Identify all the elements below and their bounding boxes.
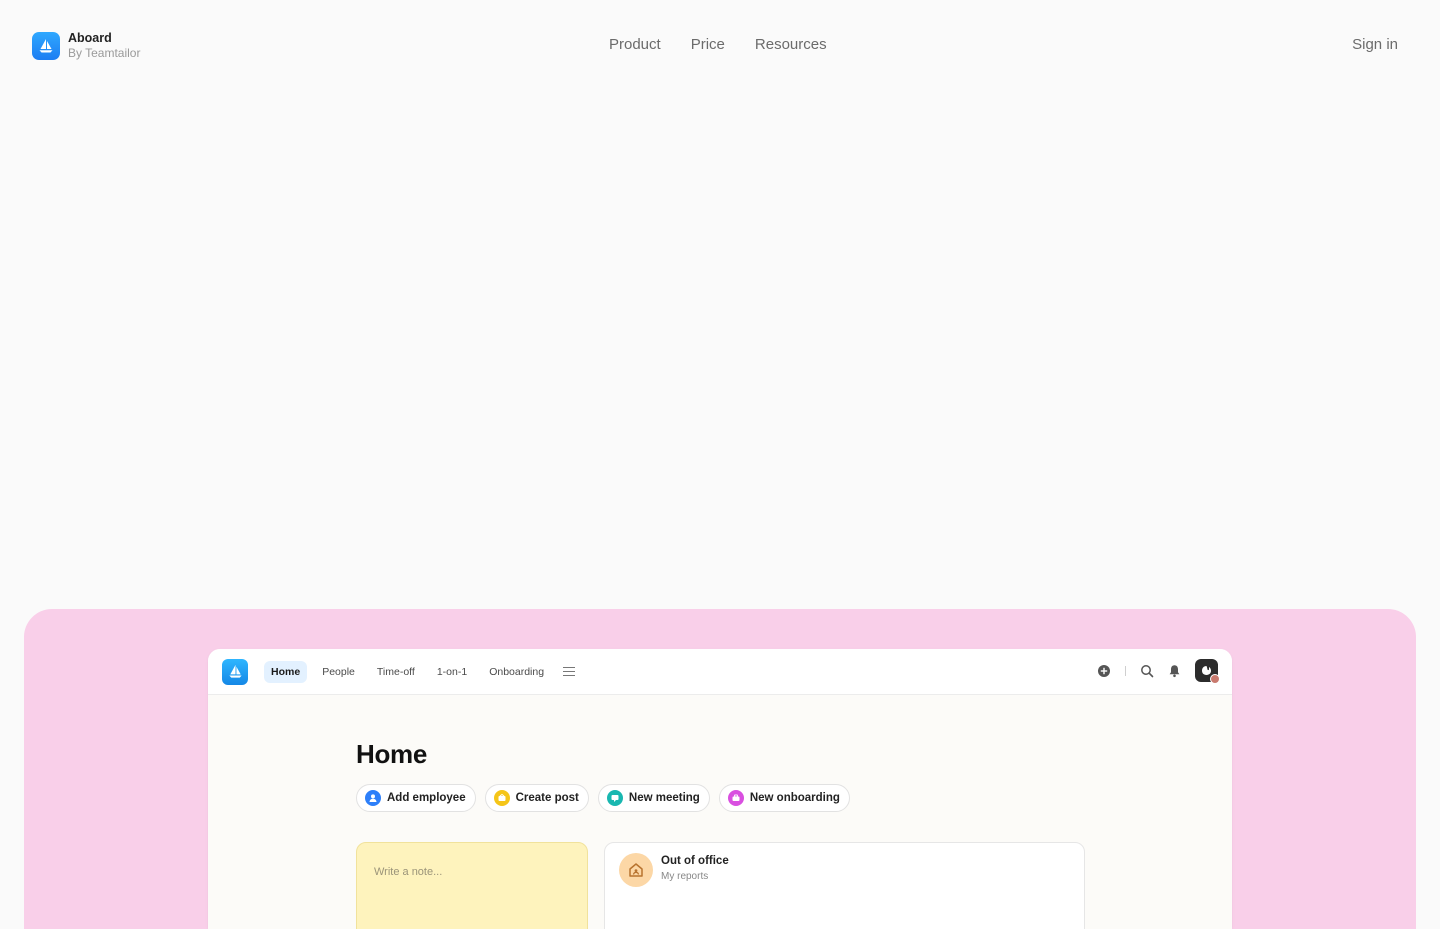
topbar-actions (1097, 659, 1220, 684)
post-icon (493, 790, 510, 806)
out-of-office-subtitle: My reports (661, 871, 709, 882)
add-employee-button[interactable]: Add employee (356, 784, 476, 812)
sailboat-logo-icon (32, 32, 60, 60)
app-logo-icon[interactable] (222, 658, 248, 685)
divider (1125, 665, 1126, 676)
tab-onboarding[interactable]: Onboarding (482, 661, 551, 683)
create-post-button[interactable]: Create post (484, 784, 589, 812)
brand[interactable]: Aboard By Teamtailor (32, 31, 140, 61)
out-of-office-title: Out of office (661, 855, 729, 867)
search-icon[interactable] (1140, 664, 1154, 678)
bell-icon[interactable] (1168, 664, 1181, 678)
user-icon (365, 790, 381, 806)
tab-people[interactable]: People (315, 661, 362, 683)
avatar-status-icon (1210, 674, 1220, 684)
quick-actions: Add employee Create post New meeting New… (356, 784, 850, 812)
meeting-icon (606, 790, 623, 806)
onboarding-icon (727, 790, 744, 806)
site-header: Aboard By Teamtailor Product Price Resou… (0, 0, 1440, 92)
brand-name: Aboard (68, 31, 112, 45)
new-meeting-button[interactable]: New meeting (597, 784, 710, 812)
main-nav: Product Price Resources (609, 36, 827, 53)
app-tabs: Home People Time-off 1-on-1 Onboarding (264, 660, 576, 683)
add-employee-label: Add employee (387, 792, 466, 804)
nav-resources[interactable]: Resources (755, 36, 827, 53)
nav-product[interactable]: Product (609, 36, 661, 53)
new-meeting-label: New meeting (628, 792, 700, 804)
note-card[interactable]: Write a note... (356, 842, 588, 929)
tab-home[interactable]: Home (264, 660, 308, 683)
app-topbar: Home People Time-off 1-on-1 Onboarding (208, 649, 1232, 695)
house-icon (619, 853, 653, 887)
note-placeholder: Write a note... (374, 866, 443, 878)
hamburger-menu-icon[interactable] (563, 666, 576, 677)
app-preview-window: Home People Time-off 1-on-1 Onboarding H… (208, 649, 1232, 929)
brand-subtitle: By Teamtailor (68, 46, 141, 60)
new-onboarding-button[interactable]: New onboarding (718, 784, 850, 812)
app-main: Home Add employee Create post New meetin… (356, 739, 850, 812)
page-title: Home (356, 739, 428, 769)
tab-time-off[interactable]: Time-off (370, 661, 422, 683)
new-onboarding-label: New onboarding (749, 792, 840, 804)
create-post-label: Create post (515, 792, 579, 804)
avatar[interactable] (1195, 659, 1220, 684)
sign-in-link[interactable]: Sign in (1352, 36, 1398, 53)
add-circle-icon[interactable] (1097, 664, 1111, 678)
tab-1-on-1[interactable]: 1-on-1 (430, 661, 474, 683)
out-of-office-card[interactable]: Out of office My reports (604, 842, 1085, 929)
nav-price[interactable]: Price (691, 36, 725, 53)
